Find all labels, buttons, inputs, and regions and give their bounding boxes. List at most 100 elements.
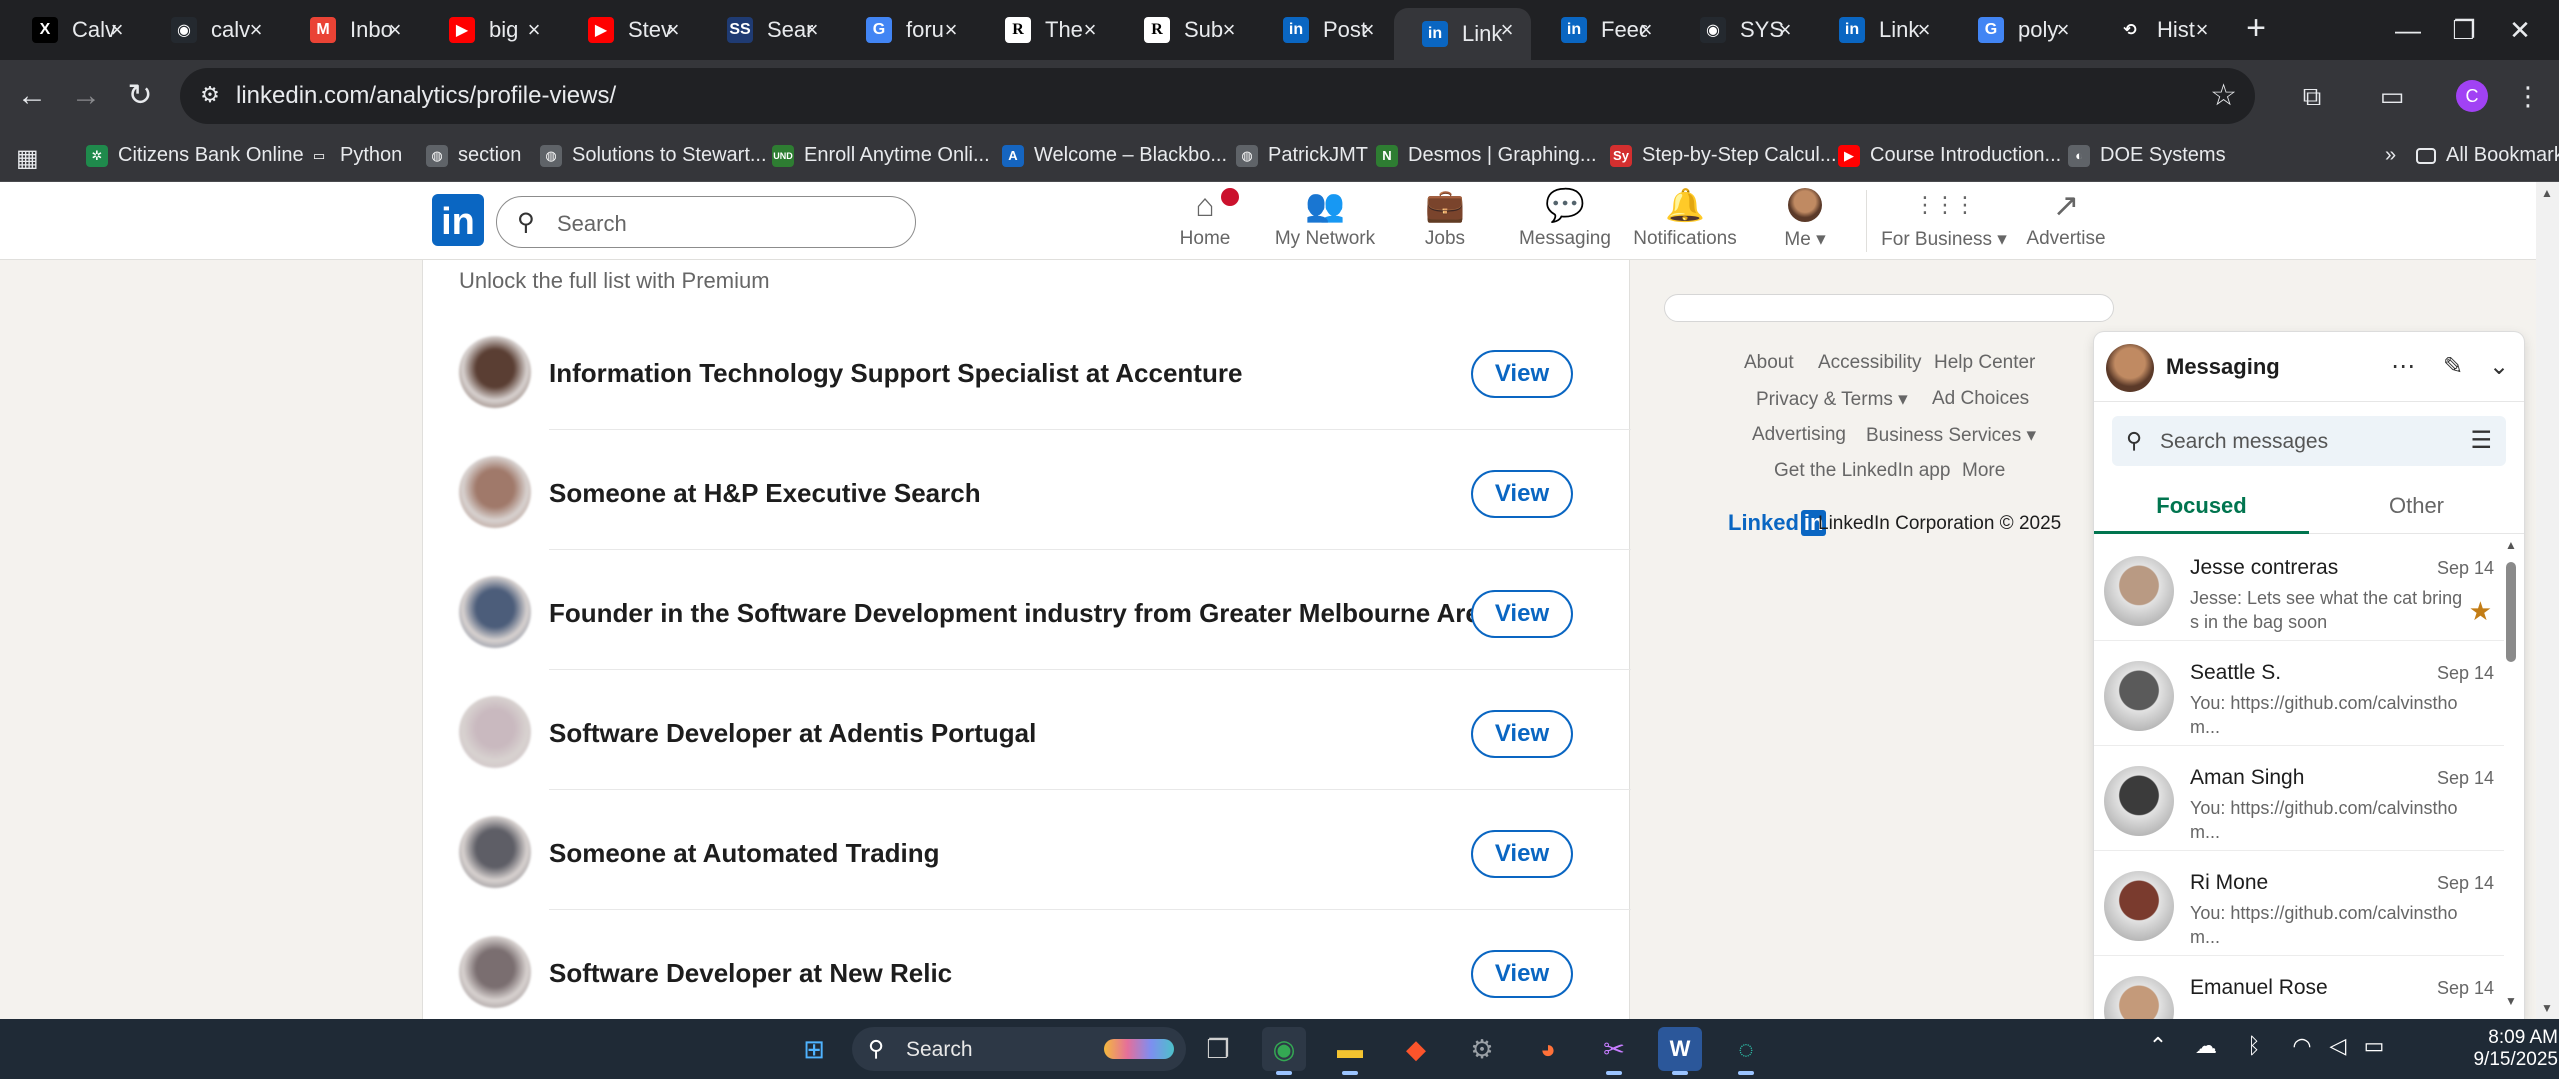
- browser-tab[interactable]: ▶ big ×: [421, 8, 558, 52]
- apps-grid-icon[interactable]: ▦: [16, 144, 39, 173]
- back-icon[interactable]: ←: [12, 76, 52, 116]
- tab-focused[interactable]: Focused: [2094, 478, 2309, 534]
- nav-grid[interactable]: ⋮⋮⋮ For Business ▾: [1874, 186, 2014, 256]
- extensions-icon[interactable]: ⧉: [2294, 78, 2330, 114]
- address-bar[interactable]: ⚙ linkedin.com/analytics/profile-views/ …: [180, 68, 2255, 124]
- conversation-item[interactable]: Seattle S. Sep 14 You: https://github.com/…: [2094, 641, 2504, 746]
- nav-messaging[interactable]: 💬 Messaging: [1495, 186, 1635, 256]
- page-scrollbar[interactable]: ▲ ▼: [2536, 182, 2559, 1019]
- viewer-title[interactable]: Software Developer at New Relic: [549, 958, 952, 989]
- close-tab-icon[interactable]: ×: [798, 16, 826, 44]
- close-tab-icon[interactable]: ×: [520, 16, 548, 44]
- bookmark-item[interactable]: Sy Step-by-Step Calcul...: [1610, 144, 1837, 167]
- edge-icon[interactable]: ◌: [1724, 1027, 1768, 1075]
- close-tab-icon[interactable]: ×: [937, 16, 965, 44]
- settings-icon[interactable]: ⚙: [1460, 1027, 1504, 1071]
- linkedin-logo[interactable]: in: [432, 194, 484, 246]
- onedrive-icon[interactable]: ☁: [2190, 1033, 2222, 1059]
- footer-link[interactable]: Privacy & Terms ▾: [1756, 388, 1908, 411]
- close-tab-icon[interactable]: ×: [381, 16, 409, 44]
- bookmark-item[interactable]: ◍ PatrickJMT: [1236, 144, 1368, 167]
- view-button[interactable]: View: [1471, 830, 1573, 878]
- star-icon[interactable]: ★: [2469, 596, 2492, 627]
- firefox-icon[interactable]: ◕: [1526, 1027, 1570, 1071]
- bookmark-item[interactable]: N Desmos | Graphing...: [1376, 144, 1597, 167]
- conversation-item[interactable]: Ri Mone Sep 14 You: https://github.com/cal…: [2094, 851, 2504, 956]
- show-hidden-icons[interactable]: ⌃: [2142, 1033, 2174, 1059]
- nav-briefcase[interactable]: 💼 Jobs: [1375, 186, 1515, 256]
- compose-icon[interactable]: ✎: [2436, 350, 2470, 384]
- conversation-item[interactable]: Aman Singh Sep 14 You: https://github.com/…: [2094, 746, 2504, 851]
- scroll-thumb[interactable]: [2506, 562, 2516, 662]
- close-tab-icon[interactable]: ×: [2049, 16, 2077, 44]
- messaging-scrollbar[interactable]: ▲ ▼: [2504, 538, 2518, 1008]
- wifi-icon[interactable]: ◠: [2286, 1033, 2318, 1059]
- viewer-avatar[interactable]: [459, 576, 531, 648]
- brave-icon[interactable]: ◆: [1394, 1027, 1438, 1071]
- restore-button[interactable]: ❐: [2444, 10, 2484, 50]
- browser-menu-icon[interactable]: ⋮: [2510, 78, 2546, 114]
- chevron-down-icon[interactable]: ⌄: [2482, 350, 2516, 384]
- nav-advertise[interactable]: ↗ Advertise: [1996, 186, 2136, 256]
- browser-tab[interactable]: Gpoly ×: [1950, 8, 2087, 52]
- bookmark-item[interactable]: UND Enroll Anytime Onli...: [772, 144, 990, 167]
- browser-tab[interactable]: in Feed ×: [1533, 8, 1670, 52]
- messaging-header[interactable]: Messaging ⋯ ✎ ⌄: [2094, 332, 2524, 402]
- scroll-down-icon[interactable]: ▼: [2504, 994, 2518, 1008]
- bookmark-item[interactable]: ▭ Python: [308, 144, 402, 167]
- viewer-title[interactable]: Someone at Automated Trading: [549, 838, 940, 869]
- scroll-down-icon[interactable]: ▼: [2541, 1001, 2553, 1015]
- bookmark-item[interactable]: ▶ Course Introduction...: [1838, 144, 2061, 167]
- browser-tab[interactable]: R The ×: [977, 8, 1114, 52]
- close-tab-icon[interactable]: ×: [242, 16, 270, 44]
- close-tab-icon[interactable]: ×: [1354, 16, 1382, 44]
- filter-icon[interactable]: ☰: [2470, 426, 2492, 455]
- view-button[interactable]: View: [1471, 350, 1573, 398]
- browser-tab[interactable]: Gforu ×: [838, 8, 975, 52]
- conversation-item[interactable]: Emanuel Rose Sep 14: [2094, 956, 2504, 1019]
- browser-tab[interactable]: SS Sear ×: [699, 8, 836, 52]
- browser-tab[interactable]: R Sub ×: [1116, 8, 1253, 52]
- close-tab-icon[interactable]: ×: [1910, 16, 1938, 44]
- footer-link[interactable]: Get the LinkedIn app: [1774, 460, 1950, 482]
- bookmark-star-icon[interactable]: ☆: [2210, 78, 2237, 113]
- address-url[interactable]: linkedin.com/analytics/profile-views/: [236, 82, 616, 110]
- viewer-avatar[interactable]: [459, 936, 531, 1008]
- reload-icon[interactable]: ↻: [120, 76, 160, 116]
- browser-tab[interactable]: ▶ Stev ×: [560, 8, 697, 52]
- close-window-button[interactable]: ✕: [2500, 10, 2540, 50]
- task-view-icon[interactable]: ❐: [1196, 1027, 1240, 1071]
- bookmark-item[interactable]: ✲ Citizens Bank Online: [86, 144, 304, 167]
- bookmark-item[interactable]: ◍ Solutions to Stewart...: [540, 144, 767, 167]
- battery-icon[interactable]: ▭: [2358, 1033, 2390, 1059]
- minimize-button[interactable]: —: [2388, 10, 2428, 50]
- snipping-tool-icon[interactable]: ✂: [1592, 1027, 1636, 1075]
- bluetooth-icon[interactable]: ᛒ: [2238, 1033, 2270, 1059]
- browser-tab[interactable]: ◉ calv ×: [143, 8, 280, 52]
- close-tab-icon[interactable]: ×: [1076, 16, 1104, 44]
- footer-link[interactable]: Ad Choices: [1932, 388, 2029, 410]
- viewer-title[interactable]: Information Technology Support Specialis…: [549, 358, 1242, 389]
- close-tab-icon[interactable]: ×: [1632, 16, 1660, 44]
- bookmark-item[interactable]: ◐ DOE Systems: [2068, 144, 2226, 167]
- search-messages-input[interactable]: ⚲ Search messages ☰: [2112, 416, 2506, 466]
- view-button[interactable]: View: [1471, 710, 1573, 758]
- close-tab-icon[interactable]: ×: [1771, 16, 1799, 44]
- nav-me[interactable]: Me ▾: [1735, 186, 1875, 256]
- scroll-up-icon[interactable]: ▲: [2504, 538, 2518, 552]
- viewer-title[interactable]: Someone at H&P Executive Search: [549, 478, 981, 509]
- cast-icon[interactable]: ▭: [2374, 78, 2410, 114]
- browser-tab[interactable]: X Calv ×: [4, 8, 141, 52]
- site-settings-icon[interactable]: ⚙: [196, 82, 224, 110]
- close-tab-icon[interactable]: ×: [103, 16, 131, 44]
- footer-link[interactable]: More: [1962, 460, 2005, 482]
- bookmark-item[interactable]: A Welcome – Blackbo...: [1002, 144, 1227, 167]
- nav-network[interactable]: 👥 My Network: [1255, 186, 1395, 256]
- all-bookmarks[interactable]: All Bookmarks: [2416, 144, 2559, 167]
- browser-tab[interactable]: in Post ×: [1255, 8, 1392, 52]
- file-explorer-icon[interactable]: ▬: [1328, 1027, 1372, 1075]
- profile-avatar[interactable]: C: [2456, 80, 2488, 112]
- footer-link[interactable]: About: [1744, 352, 1794, 374]
- word-icon[interactable]: W: [1658, 1027, 1702, 1075]
- scroll-up-icon[interactable]: ▲: [2541, 186, 2553, 200]
